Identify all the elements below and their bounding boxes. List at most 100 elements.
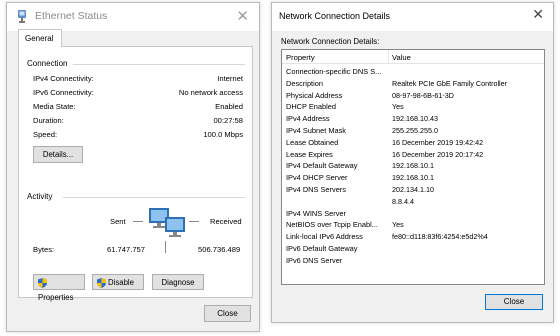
network-computers-icon — [149, 208, 185, 237]
uac-shield-icon — [38, 277, 47, 288]
value-cell: 192.168.10.1 — [392, 173, 434, 183]
property-cell: DHCP Enabled — [286, 102, 336, 112]
tab-general[interactable]: General — [18, 29, 62, 47]
row-value: 00:27:58 — [213, 116, 243, 125]
connection-group-label: Connection — [27, 59, 72, 68]
column-separator[interactable] — [388, 50, 389, 64]
property-cell: NetBIOS over Tcpip Enabl... — [286, 220, 378, 230]
connection-details-titlebar[interactable]: Network Connection Details ✕ — [272, 3, 553, 31]
close-icon[interactable]: ✕ — [532, 7, 544, 23]
ipv6-connectivity-row: IPv6 Connectivity: No network access — [33, 88, 243, 99]
value-cell: 08-97-98-6B-61-3D — [392, 90, 454, 100]
property-cell: IPv4 DHCP Server — [286, 173, 348, 183]
properties-button[interactable]: Properties — [33, 274, 85, 302]
list-item[interactable]: Connection-specific DNS S... — [282, 67, 544, 77]
ipv4-connectivity-row: IPv4 Connectivity: Internet — [33, 74, 243, 85]
close-icon[interactable]: ✕ — [236, 7, 249, 25]
sent-label: Sent — [110, 217, 126, 226]
list-item[interactable]: IPv4 WINS Server — [282, 209, 544, 219]
media-state-row: Media State: Enabled — [33, 102, 243, 113]
activity-group-label: Activity — [27, 192, 57, 201]
value-cell: 8.8.4.4 — [392, 196, 414, 206]
column-header-property[interactable]: Property — [286, 53, 315, 62]
row-value: Internet — [217, 74, 243, 83]
bytes-received-value: 506.736.489 — [198, 245, 241, 254]
speed-row: Speed: 100.0 Mbps — [33, 130, 243, 141]
property-cell: IPv4 Default Gateway — [286, 161, 358, 171]
list-item[interactable]: 8.8.4.4 — [282, 197, 544, 207]
list-item[interactable]: IPv4 Address 192.168.10.43 — [282, 114, 544, 124]
row-label: Speed: — [33, 130, 58, 139]
property-cell: IPv6 Default Gateway — [286, 244, 358, 253]
connection-details-window: Network Connection Details ✕ Network Con… — [271, 2, 554, 323]
value-cell: 16 December 2019 19:42:42 — [392, 137, 484, 147]
row-value: No network access — [178, 88, 243, 97]
property-cell: IPv4 WINS Server — [286, 208, 346, 218]
sent-line — [133, 221, 143, 222]
list-header: Property Value — [282, 50, 544, 64]
property-cell: Lease Obtained — [286, 137, 339, 147]
window-title: Ethernet Status — [35, 10, 108, 22]
bytes-label: Bytes: — [33, 245, 55, 254]
value-cell: 202.134.1.10 — [392, 185, 434, 194]
value-cell: 255.255.255.0 — [392, 126, 438, 135]
details-heading: Network Connection Details: — [281, 37, 380, 46]
value-cell: Yes — [392, 220, 404, 230]
list-item[interactable]: Lease Expires 16 December 2019 20:17:42 — [282, 150, 544, 160]
value-cell: 192.168.10.1 — [392, 161, 434, 171]
property-cell: Physical Address — [286, 90, 343, 100]
row-label: Media State: — [33, 102, 76, 111]
list-item[interactable]: Link-local IPv6 Address fe80::d118:83f6:4… — [282, 232, 544, 242]
value-cell: 192.168.10.43 — [392, 114, 438, 124]
duration-row: Duration: 00:27:58 — [33, 116, 243, 127]
value-cell: fe80::d118:83f6:4254:e5d2%4 — [392, 232, 488, 242]
details-list[interactable]: Property Value Connection-specific DNS S… — [281, 49, 545, 285]
value-cell: 16 December 2019 20:17:42 — [392, 149, 484, 159]
disable-label: Disable — [108, 278, 135, 287]
activity-divider-vertical — [165, 241, 166, 253]
row-value: 100.0 Mbps — [203, 130, 243, 139]
received-label: Received — [210, 217, 242, 226]
list-item[interactable]: NetBIOS over Tcpip Enabl... Yes — [282, 220, 544, 230]
network-adapter-icon — [18, 10, 26, 23]
list-item[interactable]: IPv4 DHCP Server 192.168.10.1 — [282, 173, 544, 183]
property-cell: Lease Expires — [286, 149, 333, 159]
disable-button[interactable]: Disable — [92, 274, 144, 290]
properties-label: Properties — [38, 293, 74, 302]
list-item[interactable]: IPv6 DNS Server — [282, 256, 544, 266]
property-cell: IPv4 Address — [286, 114, 330, 124]
window-title: Network Connection Details — [279, 11, 391, 21]
row-label: Duration: — [33, 116, 64, 125]
diagnose-button[interactable]: Diagnose — [152, 274, 204, 290]
uac-shield-icon — [97, 277, 106, 288]
row-label: IPv6 Connectivity: — [33, 88, 94, 97]
list-item[interactable]: Description Realtek PCIe GbE Family Contr… — [282, 79, 544, 89]
value-cell: Realtek PCIe GbE Family Controller — [392, 78, 508, 88]
list-item[interactable]: Lease Obtained 16 December 2019 19:42:42 — [282, 138, 544, 148]
ethernet-status-window: Ethernet Status ✕ General Connection IPv… — [6, 2, 260, 332]
connection-divider — [73, 64, 245, 65]
ethernet-status-titlebar[interactable]: Ethernet Status ✕ — [7, 3, 259, 31]
row-label: IPv4 Connectivity: — [33, 74, 94, 83]
row-value: Enabled — [215, 102, 243, 111]
column-header-value[interactable]: Value — [392, 53, 411, 62]
list-item[interactable]: Physical Address 08-97-98-6B-61-3D — [282, 91, 544, 101]
list-item[interactable]: DHCP Enabled Yes — [282, 102, 544, 112]
property-cell: Connection-specific DNS S... — [286, 67, 382, 76]
bytes-sent-value: 61.747.757 — [107, 245, 146, 254]
close-button[interactable]: Close — [204, 305, 251, 322]
property-cell: IPv4 DNS Servers — [286, 185, 346, 194]
value-cell: Yes — [392, 102, 404, 112]
property-cell: Link-local IPv6 Address — [286, 232, 363, 242]
list-item[interactable]: IPv4 Subnet Mask 255.255.255.0 — [282, 126, 544, 136]
details-button[interactable]: Details... — [33, 146, 83, 163]
general-tab-panel: Connection IPv4 Connectivity: Internet I… — [18, 46, 253, 302]
list-item[interactable]: IPv4 DNS Servers 202.134.1.10 — [282, 185, 544, 195]
activity-divider — [63, 197, 245, 198]
close-button[interactable]: Close — [485, 294, 543, 310]
property-cell: IPv4 Subnet Mask — [286, 126, 346, 135]
list-item[interactable]: IPv6 Default Gateway — [282, 244, 544, 254]
property-cell: IPv6 DNS Server — [286, 255, 343, 265]
list-item[interactable]: IPv4 Default Gateway 192.168.10.1 — [282, 161, 544, 171]
property-cell: Description — [286, 78, 323, 88]
